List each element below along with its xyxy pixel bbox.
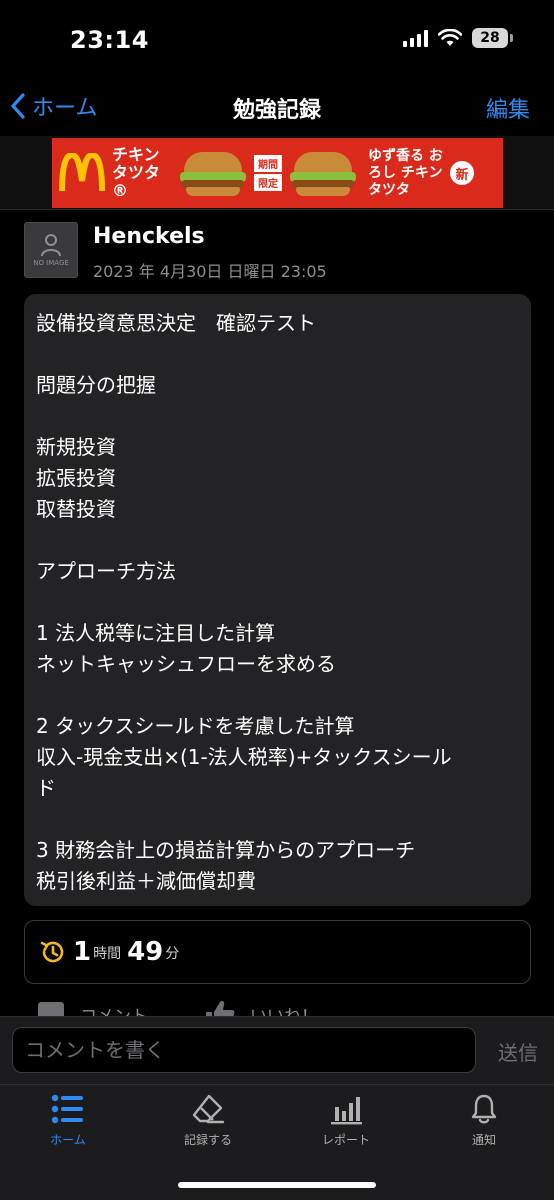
post-text-line: 拡張投資	[36, 466, 116, 490]
clock-history-icon	[40, 941, 64, 963]
bell-icon	[471, 1094, 497, 1124]
comment-bar: 送信	[0, 1016, 554, 1084]
comment-input[interactable]	[12, 1027, 476, 1073]
bar-chart-icon	[331, 1097, 362, 1125]
new-badge: 新	[450, 161, 474, 185]
mcdonalds-logo-icon	[52, 138, 112, 208]
cellular-signal-icon	[403, 29, 428, 47]
study-minutes: 49	[127, 937, 164, 967]
user-placeholder-icon	[41, 234, 61, 257]
study-time-box: 1 時間 49 分	[24, 920, 531, 984]
ad-text-left: チキンタツタ®	[112, 145, 161, 200]
send-button[interactable]: 送信	[498, 1037, 538, 1066]
edit-button[interactable]: 編集	[486, 92, 530, 124]
tab-home-label: ホーム	[50, 1133, 86, 1147]
hours-unit: 時間	[93, 946, 122, 962]
tab-bar: ホーム 記録する レポート 通知	[0, 1084, 554, 1200]
avatar-caption: NO IMAGE	[33, 259, 69, 267]
post-text-line: 収入-現金支出×(1-法人税率)+タックスシール	[36, 745, 452, 769]
post-date: 2023 年 4月30日 日曜日 23:05	[93, 262, 327, 281]
burger-image	[178, 148, 248, 198]
tab-notifications-label: 通知	[471, 1133, 496, 1147]
home-indicator	[178, 1182, 376, 1188]
screen: 23:14 28 ホーム 勉強記録 編集 チキンタツタ® 期間 限定 ゆず香る …	[0, 0, 554, 1200]
battery-icon: 28	[472, 28, 513, 48]
post-body: 設備投資意思決定 確認テスト 問題分の把握 新規投資拡張投資取替投資アプローチ方法 1…	[24, 294, 531, 906]
post-text-line: 1 法人税等に注目した計算	[36, 621, 276, 645]
post-text-line: 税引後利益＋減価償却費	[36, 869, 256, 893]
post-text-line: 3 財務会計上の損益計算からのアプローチ	[36, 838, 416, 862]
thumbs-up-icon[interactable]	[204, 998, 236, 1018]
post-text-line: 2 タックスシールドを考慮した計算	[36, 714, 355, 738]
tab-report[interactable]: レポート	[296, 1093, 396, 1148]
status-icons: 28	[403, 28, 513, 48]
tab-record-label: 記録する	[183, 1133, 232, 1147]
post-text-line: ネットキャッシュフローを求める	[36, 652, 336, 676]
tab-notifications[interactable]: 通知	[434, 1093, 534, 1148]
post-text-line: 設備投資意思決定 確認テスト	[36, 311, 316, 335]
wifi-icon	[438, 29, 462, 46]
post-text-line: ド	[36, 776, 56, 800]
post-text-line: 問題分の把握	[36, 373, 156, 397]
battery-level: 28	[480, 30, 500, 46]
tab-report-label: レポート	[321, 1133, 370, 1147]
badge-text-2: 限定	[254, 174, 282, 191]
eraser-icon	[192, 1094, 225, 1124]
page-title: 勉強記録	[232, 98, 321, 123]
tab-record[interactable]: 記録する	[158, 1093, 258, 1148]
study-hours: 1	[73, 937, 92, 967]
list-icon	[51, 1094, 83, 1124]
author-name[interactable]: Henckels	[93, 224, 205, 249]
status-bar: 23:14 28	[0, 0, 554, 80]
ad-area: チキンタツタ® 期間 限定 ゆず香る おろし チキンタツタ 新	[0, 136, 554, 210]
badge-text-1: 期間	[254, 155, 282, 172]
post-text-line: 取替投資	[36, 497, 116, 521]
ad-text-right: ゆず香る おろし チキンタツタ	[368, 147, 443, 198]
ad-banner[interactable]: チキンタツタ® 期間 限定 ゆず香る おろし チキンタツタ 新	[52, 138, 503, 208]
avatar[interactable]: NO IMAGE	[24, 222, 78, 278]
tab-home[interactable]: ホーム	[18, 1093, 118, 1148]
post-actions: コメント いいね！	[0, 998, 554, 1018]
post-text-line: 新規投資	[36, 435, 116, 459]
post-text-line: アプローチ方法	[36, 559, 176, 583]
burger-image-2	[288, 148, 358, 198]
limited-badge: 期間 限定	[254, 155, 282, 191]
status-time: 23:14	[70, 26, 149, 54]
minutes-unit: 分	[165, 946, 180, 962]
navigation-bar: ホーム 勉強記録 編集	[0, 80, 554, 136]
